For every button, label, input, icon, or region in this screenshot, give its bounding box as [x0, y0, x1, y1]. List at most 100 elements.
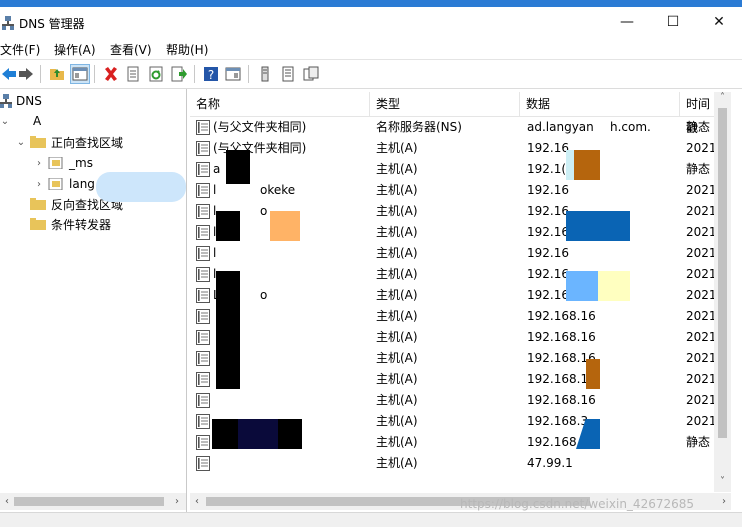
new-host-button[interactable] [256, 65, 274, 83]
scroll-up-icon[interactable]: ˄ [714, 92, 731, 103]
close-button[interactable]: ✕ [696, 9, 742, 35]
show-hide-action-pane-button[interactable] [224, 65, 242, 83]
record-name: (与父文件夹相同) [213, 120, 307, 134]
column-name[interactable]: 名称 [190, 92, 370, 116]
table-row[interactable]: 主机(A) 192.168.16 2021/5 [190, 348, 728, 369]
record-type: 名称服务器(NS) [376, 120, 462, 134]
zone-icon [48, 157, 63, 169]
table-row[interactable]: l 主机(A) 192.16 2021/5 [190, 243, 728, 264]
tree-item-forward-lookup-zones[interactable]: ⌄ 正向查找区域 [16, 132, 123, 152]
record-type: 主机(A) [376, 351, 418, 365]
redaction-mask [95, 155, 185, 169]
new-alias-button[interactable] [279, 65, 297, 83]
help-button[interactable]: ? [202, 65, 220, 83]
up-one-level-button[interactable] [48, 65, 66, 83]
tree-item-conditional-forwarders[interactable]: 条件转发器 [16, 214, 111, 234]
toolbar-separator [40, 65, 41, 83]
scrollbar-thumb[interactable] [14, 497, 164, 506]
new-alias-icon [282, 66, 294, 82]
records-vertical-scrollbar[interactable]: ˄ ˅ [714, 92, 731, 492]
menu-help[interactable]: 帮助(H) [166, 41, 208, 58]
column-timestamp[interactable]: 时间戳 [680, 92, 714, 135]
table-row[interactable]: 主机(A) 47.99.1 [190, 453, 714, 474]
table-row[interactable]: l 主机(A) 192.16 2021/3 [190, 222, 728, 243]
table-row[interactable]: Lo主机(A)192.1682021/4 [190, 285, 728, 306]
toolbar: ? [0, 60, 742, 89]
export-list-button[interactable] [170, 65, 188, 83]
folder-icon [30, 136, 46, 148]
menu-file[interactable]: 文件(F) [0, 41, 40, 58]
dns-app-icon [2, 16, 14, 30]
scrollbar-thumb[interactable] [718, 108, 727, 438]
status-bar [0, 512, 742, 527]
forward-arrow-icon [19, 68, 33, 80]
table-row[interactable]: (与父文件夹相同) 名称服务器(NS) ad.langyan h.com. 静态 [190, 117, 714, 138]
toolbar-separator [194, 65, 195, 83]
table-row[interactable]: l 主机(A) 192.16 2021/5 [190, 264, 728, 285]
expand-chevron-icon[interactable]: ⌄ [16, 137, 26, 148]
forward-button[interactable] [17, 65, 35, 83]
tree-item-server[interactable]: ⌄ A [0, 111, 41, 131]
expand-chevron-icon[interactable]: ⌄ [0, 116, 10, 127]
help-icon: ? [204, 67, 218, 82]
redaction-mask [216, 271, 240, 389]
toolbar-separator [94, 65, 95, 83]
tree-label: 条件转发器 [51, 217, 112, 232]
resource-record-icon [196, 162, 210, 177]
tree-horizontal-scrollbar[interactable]: ‹ › [0, 493, 186, 510]
record-name: l [213, 246, 217, 260]
new-mail-exchanger-button[interactable] [302, 65, 320, 83]
maximize-button[interactable]: ☐ [650, 9, 696, 35]
record-data: 192.168 [527, 435, 577, 449]
resource-record-icon [196, 183, 210, 198]
tree-label: _ms [69, 156, 93, 170]
record-type: 主机(A) [376, 330, 418, 344]
minimize-button[interactable]: — [604, 9, 650, 35]
record-type: 主机(A) [376, 309, 418, 323]
expand-chevron-icon[interactable]: › [34, 158, 44, 169]
scroll-right-icon[interactable]: › [717, 493, 731, 510]
resource-record-icon [196, 351, 210, 366]
tree-item-dns[interactable]: DNS [0, 91, 42, 111]
watermark-text: https://blog.csdn.net/weixin_42672685 [460, 497, 695, 511]
properties-button[interactable] [124, 65, 142, 83]
record-type: 主机(A) [376, 456, 418, 470]
table-row[interactable]: l okeke 主机(A) 192.16 2021/5 [190, 180, 728, 201]
redaction-mask [216, 211, 240, 241]
refresh-button[interactable] [147, 65, 165, 83]
resource-record-icon [196, 414, 210, 429]
table-row[interactable]: l o 主机(A) 192.16 2021/5 [190, 201, 728, 222]
svg-text:?: ? [208, 68, 214, 82]
tree-item-lang-zone[interactable]: › lang [34, 174, 95, 194]
table-row[interactable]: (与父文件夹相同) 主机(A) 192.16 2021/5 [190, 138, 728, 159]
table-row[interactable]: a 主机(A) 192.1(静态 [190, 159, 714, 180]
close-icon: ✕ [713, 14, 725, 30]
record-name-fragment: o [260, 288, 268, 302]
back-button[interactable] [0, 65, 18, 83]
menu-view[interactable]: 查看(V) [110, 41, 152, 58]
column-type[interactable]: 类型 [370, 92, 520, 116]
expand-chevron-icon[interactable]: › [34, 179, 44, 190]
menu-action[interactable]: 操作(A) [54, 41, 96, 58]
scroll-down-icon[interactable]: ˅ [714, 476, 731, 487]
record-name: l [213, 183, 217, 197]
folder-icon [30, 198, 46, 210]
scroll-left-icon[interactable]: ‹ [0, 493, 14, 510]
redaction-mask [238, 419, 278, 449]
scroll-right-icon[interactable]: › [170, 493, 184, 510]
minimize-icon: — [620, 14, 634, 30]
delete-button[interactable] [102, 65, 120, 83]
table-row[interactable]: 主机(A) 192.168.16 2021/5 [190, 369, 728, 390]
column-data[interactable]: 数据 [520, 92, 680, 116]
table-row[interactable]: 主机(A) 192.168.16 2021/3 [190, 327, 728, 348]
table-row[interactable]: 主机(A) 192.168.16 2021/3 [190, 390, 728, 411]
tree-item-msdcs-zone[interactable]: › _ms [34, 153, 93, 173]
redaction-mask [566, 211, 630, 241]
maximize-icon: ☐ [666, 14, 680, 30]
resource-record-icon [196, 309, 210, 324]
scroll-left-icon[interactable]: ‹ [190, 493, 204, 510]
record-data: 192.16 [527, 225, 569, 239]
resource-record-icon [196, 225, 210, 240]
table-row[interactable]: 主机(A) 192.168.16 2021/4 [190, 306, 728, 327]
show-hide-console-tree-button[interactable] [70, 64, 90, 84]
